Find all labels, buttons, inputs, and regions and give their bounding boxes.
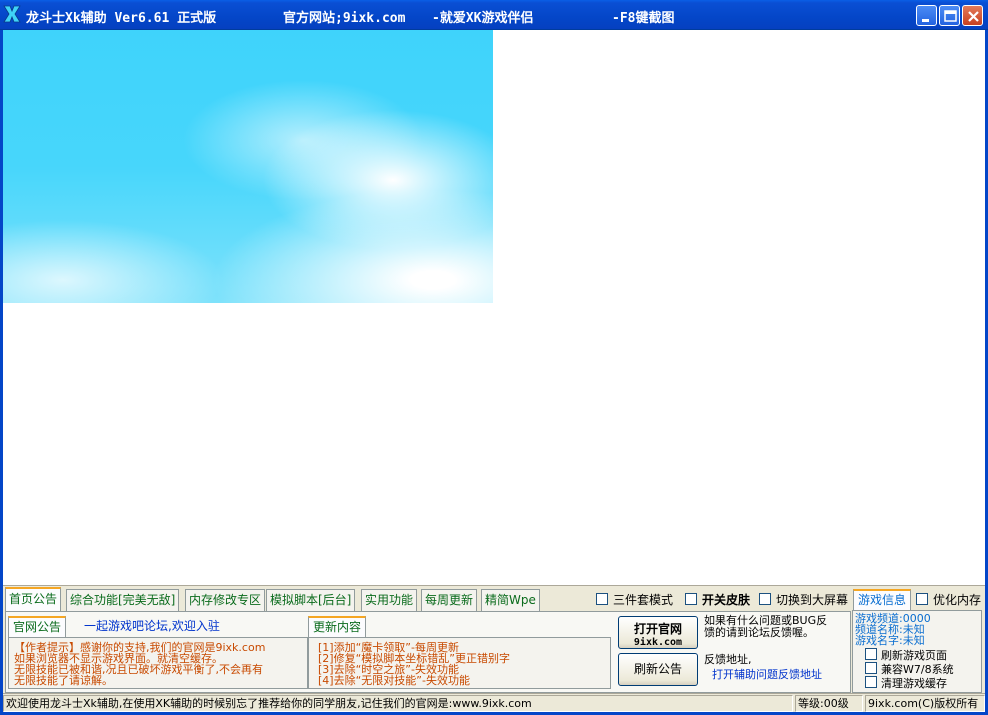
compat-win7-checkbox[interactable] [865,662,877,674]
optimize-memory-label: 优化内存 [933,593,982,607]
clear-cache-label: 清理游戏缓存 [881,677,947,690]
status-copyright: 9ixk.com(C)版权所有 [865,695,985,712]
screenshot-hint: -F8键截图 [612,11,675,26]
app-x-icon [3,5,21,23]
tab-memory-edit[interactable]: 内存修改专区 [185,589,266,611]
tab-script-sim[interactable]: 模拟脚本[后台] [266,589,356,611]
update-box: [1]添加“魔卡领取”-每周更新 [2]修复“模拟脚本坐标错乱”更正错别字 [3… [308,637,611,689]
close-icon [968,11,979,22]
status-level: 等级:00级 [795,695,863,712]
tab-update-content[interactable]: 更新内容 [308,616,367,637]
update-line: [4]去除“无限对技能”-失效功能 [318,674,470,687]
forum-link[interactable]: 一起游戏吧论坛,欢迎入驻 [84,617,220,634]
close-button[interactable] [962,5,983,26]
minimize-icon [922,19,929,22]
open-official-site-button[interactable]: 打开官网 9ixk.com [618,616,698,649]
game-name: 游戏名字:未知 [855,634,925,647]
open-site-label: 打开官网 [633,622,682,636]
refresh-page-checkbox[interactable] [865,648,877,660]
tab-lite-wpe[interactable]: 精简Wpe [481,589,540,611]
feedback-address-label: 反馈地址, [704,653,752,666]
control-panel: 首页公告 综合功能[完美无敌] 内存修改专区 模拟脚本[后台] 实用功能 每周更… [3,585,985,693]
clear-cache-checkbox[interactable] [865,676,877,688]
game-display[interactable] [3,30,985,585]
game-sky-image [3,30,493,303]
skin-toggle-checkbox[interactable] [685,593,697,605]
fullscreen-checkbox[interactable] [759,593,771,605]
home-tab-page: 官网公告 一起游戏吧论坛,欢迎入驻 【作者提示】感谢你的支持,我们的官网是9ix… [5,611,851,693]
tab-utilities[interactable]: 实用功能 [361,589,418,611]
open-site-url: 9ixk.com [633,637,683,648]
tab-official-notice[interactable]: 官网公告 [8,616,67,637]
minimize-button[interactable] [916,5,937,26]
skin-toggle-label: 开关皮肤 [702,593,751,607]
status-message: 欢迎使用龙斗士Xk辅助,在使用XK辅助的时候别忘了推荐给你的同学朋友,记住我们的… [3,695,793,712]
official-site-label: 官方网站;9ixk.com [283,11,406,26]
optimize-memory-checkbox[interactable] [916,593,928,605]
notice-line: 无限技能了请谅解。 [14,674,113,687]
slogan-label: -就爱XK游戏伴侣 [432,11,534,26]
feedback-text: 馈的请到论坛反馈喔。 [704,626,814,639]
fullscreen-label: 切换到大屏幕 [776,593,849,607]
three-piece-label: 三件套模式 [613,593,674,607]
notice-box: 【作者提示】感谢你的支持,我们的官网是9ixk.com 如果浏览器不显示游戏界面… [8,637,308,689]
tab-weekly-update[interactable]: 每周更新 [421,589,478,611]
title-bar[interactable]: 龙斗士Xk辅助 Ver6.61 正式版 官方网站;9ixk.com -就爱XK游… [0,0,988,30]
tab-home-notice[interactable]: 首页公告 [5,587,62,612]
maximize-icon [944,10,957,22]
feedback-link[interactable]: 打开辅助问题反馈地址 [712,666,822,682]
tab-game-info[interactable]: 游戏信息 [853,589,912,610]
three-piece-checkbox[interactable] [596,593,608,605]
game-info-box: 游戏频道:0000 频道名称:未知 游戏名字:未知 刷新游戏页面 兼容W7/8系… [852,610,982,693]
window-title: 龙斗士Xk辅助 Ver6.61 正式版 [26,11,217,26]
maximize-button[interactable] [939,5,960,26]
refresh-notice-button[interactable]: 刷新公告 [618,653,698,686]
tab-general-functions[interactable]: 综合功能[完美无敌] [66,589,180,611]
status-bar: 欢迎使用龙斗士Xk辅助,在使用XK辅助的时候别忘了推荐给你的同学朋友,记住我们的… [3,693,985,712]
